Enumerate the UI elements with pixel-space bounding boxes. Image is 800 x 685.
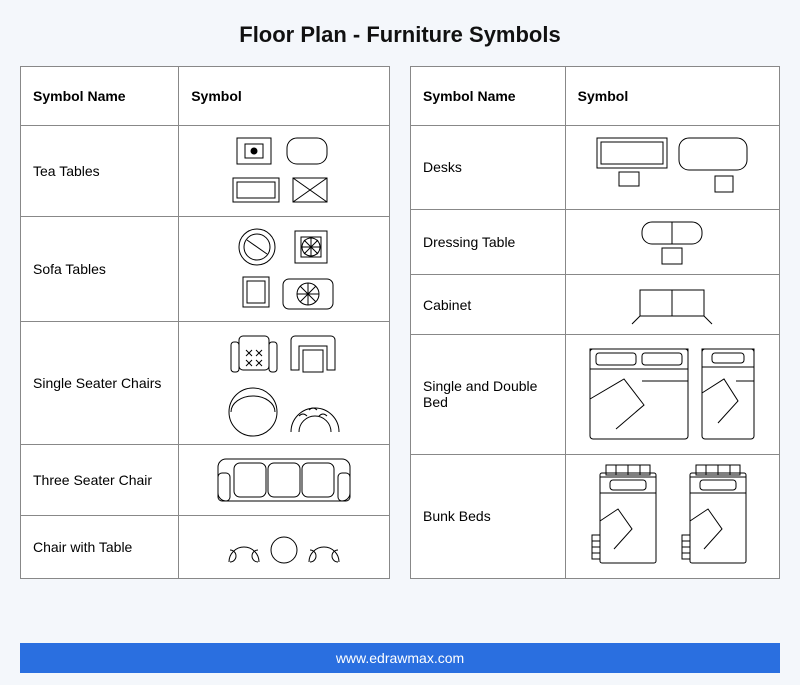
row-label: Bunk Beds [411, 454, 566, 578]
dressing-table-icon [612, 216, 732, 268]
tea-tables-icon [209, 132, 359, 210]
table-row: Chair with Table [21, 516, 390, 579]
symbol-cell [565, 209, 779, 275]
symbol-cell [565, 126, 779, 210]
table-row: Bunk Beds [411, 454, 780, 578]
table-row: Tea Tables [21, 126, 390, 217]
col-header-symbol: Symbol [179, 67, 390, 126]
row-label: Dressing Table [411, 209, 566, 275]
col-header-name: Symbol Name [411, 67, 566, 126]
single-seater-chairs-icon [209, 328, 359, 438]
symbol-cell [179, 445, 390, 516]
symbol-cell [179, 322, 390, 445]
desks-icon [587, 132, 757, 202]
row-label: Three Seater Chair [21, 445, 179, 516]
symbol-cell [565, 275, 779, 335]
tables-wrapper: Symbol Name Symbol Tea Tables Sofa Table… [0, 66, 800, 579]
symbol-cell [565, 334, 779, 454]
row-label: Single and Double Bed [411, 334, 566, 454]
table-row: Dressing Table [411, 209, 780, 275]
row-label: Cabinet [411, 275, 566, 335]
table-row: Single and Double Bed [411, 334, 780, 454]
table-header-row: Symbol Name Symbol [21, 67, 390, 126]
table-row: Three Seater Chair [21, 445, 390, 516]
right-table: Symbol Name Symbol Desks Dressing Table [410, 66, 780, 579]
symbol-cell [179, 217, 390, 322]
table-row: Desks [411, 126, 780, 210]
three-seater-chair-icon [204, 451, 364, 509]
table-header-row: Symbol Name Symbol [411, 67, 780, 126]
col-header-name: Symbol Name [21, 67, 179, 126]
footer-url: www.edrawmax.com [336, 650, 464, 666]
row-label: Chair with Table [21, 516, 179, 579]
symbol-cell [179, 126, 390, 217]
table-row: Sofa Tables [21, 217, 390, 322]
row-label: Tea Tables [21, 126, 179, 217]
sofa-tables-icon [209, 223, 359, 315]
table-row: Cabinet [411, 275, 780, 335]
cabinet-icon [612, 282, 732, 328]
bunk-beds-icon [582, 461, 762, 571]
single-double-bed-icon [582, 341, 762, 447]
chair-with-table-icon [209, 522, 359, 572]
footer-bar: www.edrawmax.com [20, 643, 780, 673]
row-label: Single Seater Chairs [21, 322, 179, 445]
row-label: Sofa Tables [21, 217, 179, 322]
row-label: Desks [411, 126, 566, 210]
symbol-cell [565, 454, 779, 578]
symbol-cell [179, 516, 390, 579]
page-title: Floor Plan - Furniture Symbols [0, 22, 800, 48]
left-table: Symbol Name Symbol Tea Tables Sofa Table… [20, 66, 390, 579]
col-header-symbol: Symbol [565, 67, 779, 126]
table-row: Single Seater Chairs [21, 322, 390, 445]
